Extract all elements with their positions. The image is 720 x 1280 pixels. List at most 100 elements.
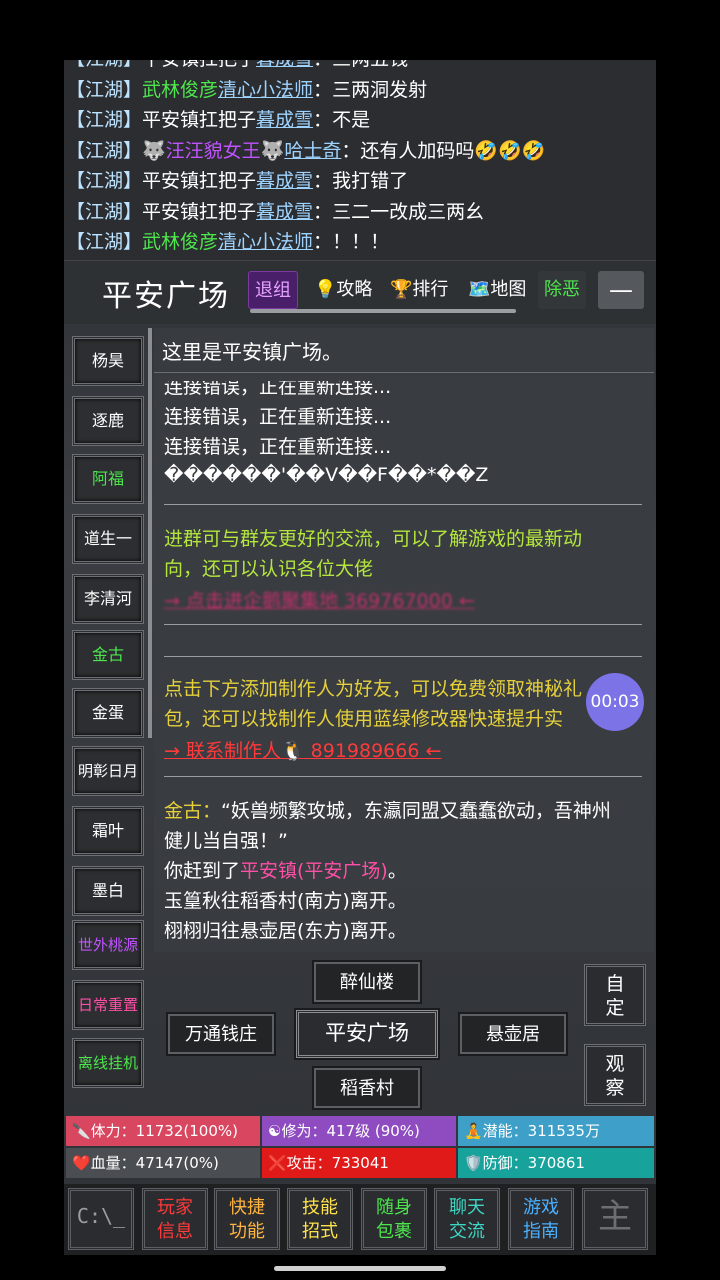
menu-label: 聊天 — [449, 1197, 485, 1218]
player-button[interactable]: 金蛋 — [72, 688, 144, 738]
player-button[interactable]: 明彰日月 — [72, 746, 144, 796]
command-button[interactable]: C:\_ — [68, 1188, 134, 1250]
menu-label: 功能 — [229, 1221, 265, 1242]
chat-user-name[interactable]: 清心小法师 — [218, 79, 313, 101]
leave-line: 玉篁秋往稻香村(南方)离开。 — [164, 890, 407, 912]
custom-button[interactable]: 自 定 — [584, 964, 646, 1026]
skills-button[interactable]: 技能 招式 — [287, 1188, 353, 1250]
log-line: ������'��V��F��*��Z — [164, 464, 489, 486]
chat-channel: 【江湖】 — [66, 60, 142, 70]
menu-label: 快捷 — [229, 1197, 265, 1218]
room-panel[interactable]: 这里是平安镇广场。 连接错误，正在重新连接... 连接错误，正在重新连接... … — [154, 328, 654, 952]
chat-message: 还有人加码吗 — [360, 139, 475, 162]
player-button[interactable]: 杨昊 — [72, 336, 144, 386]
chat-user-title: 平安镇扛把子 — [142, 109, 257, 131]
home-indicator[interactable] — [274, 1266, 446, 1271]
direction-north[interactable]: 醉仙楼 — [314, 962, 420, 1002]
chat-channel: 【江湖】 — [66, 170, 143, 192]
player-button[interactable]: 世外桃源 — [72, 920, 144, 970]
friend-text: 包，还可以找制作人使用蓝绿修改器快速提升实 — [164, 708, 564, 730]
quit-team-button[interactable]: 退组 — [248, 271, 298, 309]
chat-channel: 【江湖】 — [66, 231, 143, 253]
log-line: 连接错误，正在重新连接... — [164, 376, 392, 398]
leave-line: 栩栩归往悬壶居(东方)离开。 — [164, 920, 407, 942]
chat-line: 【江湖】平安镇扛把子暮成雪：三二一改成三两幺 — [66, 197, 656, 228]
chat-channel: 【江湖】 — [66, 109, 143, 131]
quick-function-button[interactable]: 快捷 功能 — [214, 1188, 280, 1250]
chat-line: 【江湖】平安镇扛把子暮成雪：不是 — [66, 105, 656, 136]
menu-label: 信息 — [157, 1221, 193, 1242]
chat-line: 【江湖】🐺汪汪貌女王🐺哈士奇：还有人加码吗🤣🤣🤣 — [66, 136, 656, 167]
observe-button[interactable]: 观 察 — [584, 1044, 646, 1106]
eliminate-evil-button[interactable]: 除恶 — [538, 271, 586, 309]
player-button[interactable]: 墨白 — [72, 866, 144, 916]
chat-user-title: 平安镇扛把子 — [142, 60, 256, 70]
chat-user-name[interactable]: 暮成雪 — [256, 109, 313, 131]
player-list-scrollbar[interactable] — [148, 328, 152, 738]
chat-line: 【江湖】平安镇扛把子暮成雪：我打错了 — [66, 166, 656, 197]
chat-user-name[interactable]: 暮成雪 — [256, 201, 313, 223]
divider — [164, 504, 642, 505]
player-list[interactable]: 杨昊逐鹿阿福道生一李清河金古金蛋明彰日月霜叶墨白 世外桃源日常重置离线挂机 — [68, 328, 152, 1112]
rank-button[interactable]: 🏆排行 — [384, 271, 454, 309]
arrive-suffix: 。 — [387, 860, 407, 882]
divider — [164, 776, 642, 777]
player-button[interactable]: 李清河 — [72, 574, 144, 624]
chat-user-title: 平安镇扛把子 — [142, 200, 257, 223]
player-button[interactable]: 日常重置 — [72, 980, 144, 1030]
player-button[interactable]: 阿福 — [72, 454, 144, 504]
divider — [154, 372, 654, 373]
menu-label: 玩家 — [157, 1197, 193, 1218]
potential-stat: 🧘潜能：311535万 — [458, 1116, 654, 1146]
menu-label: 指南 — [523, 1221, 559, 1242]
quote-speaker[interactable]: 金古： — [164, 800, 221, 822]
arrive-place: 平安镇(平安广场) — [240, 860, 388, 882]
guide-button[interactable]: 💡攻略 — [308, 271, 378, 309]
group-link[interactable]: → 点击进企鹅聚集地 369767000 ← — [164, 586, 475, 613]
game-screen: 【江湖】平安镇扛把子暮成雪：三两五钱【江湖】武林俊彦清心小法师：三两洞发射【江湖… — [64, 60, 656, 1255]
inventory-button[interactable]: 随身 包裹 — [361, 1188, 427, 1250]
chat-user-name[interactable]: 暮成雪 — [256, 60, 313, 70]
contact-author-link[interactable]: → 联系制作人🐧 891989666 ← — [164, 736, 441, 763]
chat-separator: ： — [313, 231, 333, 253]
divider — [164, 656, 642, 657]
chat-button[interactable]: 聊天 交流 — [434, 1188, 500, 1250]
recording-timer[interactable]: 00:03 — [586, 673, 644, 731]
log-line: 连接错误，正在重新连接... — [164, 406, 392, 428]
map-button[interactable]: 🗺️地图 — [462, 271, 532, 309]
direction-west[interactable]: 万通钱庄 — [168, 1014, 274, 1054]
chat-user-title: 平安镇扛把子 — [142, 170, 257, 192]
player-button[interactable]: 离线挂机 — [72, 1038, 144, 1088]
menu-label: 交流 — [449, 1221, 485, 1242]
arrive-prefix: 你赶到了 — [164, 860, 241, 882]
stamina-stat: 🔪体力：11732(100%) — [66, 1116, 260, 1146]
game-guide-button[interactable]: 游戏 指南 — [508, 1188, 574, 1250]
chat-user-name[interactable]: 哈士奇 — [284, 140, 341, 162]
world-chat-log[interactable]: 【江湖】平安镇扛把子暮成雪：三两五钱【江湖】武林俊彦清心小法师：三两洞发射【江湖… — [64, 60, 656, 260]
direction-center[interactable]: 平安广场 — [296, 1010, 438, 1058]
minimize-button[interactable]: — — [598, 271, 644, 309]
direction-east[interactable]: 悬壶居 — [460, 1014, 566, 1054]
player-info-button[interactable]: 玩家 信息 — [142, 1188, 208, 1250]
player-button[interactable]: 逐鹿 — [72, 396, 144, 446]
location-title: 平安广场 — [102, 279, 230, 314]
friend-text: 点击下方添加制作人为好友，可以免费领取神秘礼 — [164, 678, 583, 700]
chat-channel: 【江湖】 — [66, 139, 143, 162]
chat-message: 我打错了 — [332, 170, 409, 192]
menu-label: 招式 — [302, 1221, 338, 1242]
main-button[interactable]: 主 — [582, 1188, 648, 1250]
chat-channel: 【江湖】 — [66, 78, 143, 101]
player-button[interactable]: 霜叶 — [72, 806, 144, 856]
player-button[interactable]: 道生一 — [72, 514, 144, 564]
observe-label: 观 — [605, 1053, 625, 1075]
attack-stat: ❌攻击：733041 — [262, 1148, 456, 1178]
chat-user-name[interactable]: 清心小法师 — [218, 231, 313, 253]
arrive-line: 你赶到了平安镇(平安广场)。 — [164, 856, 407, 883]
chat-line: 【江湖】平安镇扛把子暮成雪：三两五钱 — [66, 60, 656, 75]
player-button[interactable]: 金古 — [72, 630, 144, 680]
log-line: 连接错误，正在重新连接... — [164, 436, 392, 458]
direction-south[interactable]: 稻香村 — [314, 1068, 420, 1108]
chat-user-name[interactable]: 暮成雪 — [256, 170, 313, 192]
divider — [164, 624, 642, 625]
chat-message: 三二一改成三两幺 — [332, 200, 485, 223]
